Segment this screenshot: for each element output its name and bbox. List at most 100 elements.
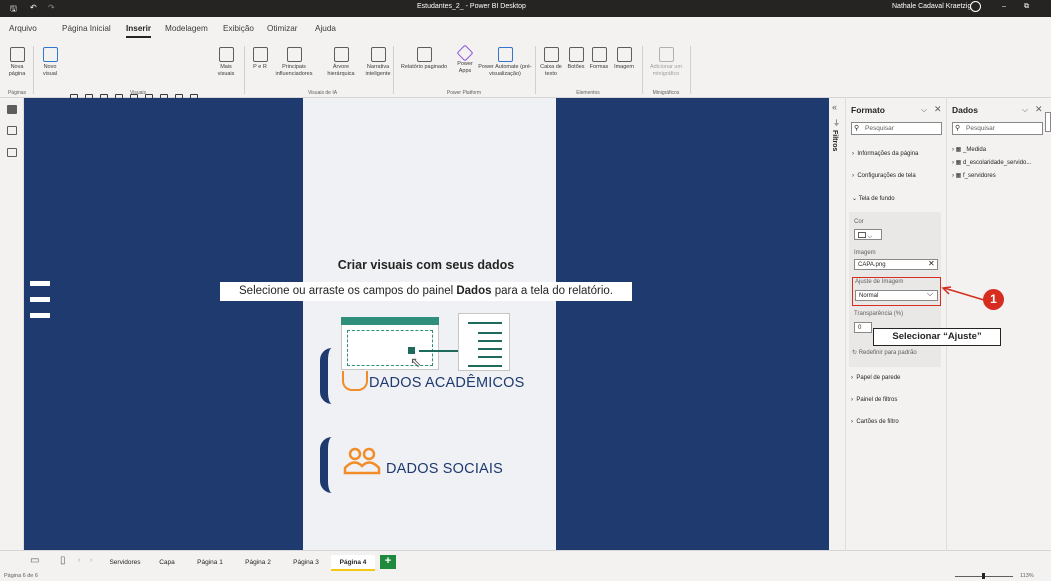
table-item[interactable]: › ▦ _Medida [952, 146, 986, 153]
chevron-down-icon[interactable]: ⌵ [1022, 105, 1028, 115]
close-icon[interactable]: ✕ [1035, 104, 1043, 115]
paginated-report-icon [416, 47, 432, 62]
illustration-line [478, 348, 502, 350]
format-search-input[interactable]: Pesquisar [851, 122, 942, 135]
table-item[interactable]: › ▦ d_escolaridade_servido... [952, 159, 1031, 166]
ribbon-divider [535, 46, 536, 94]
clear-image-icon[interactable]: ✕ [928, 259, 935, 268]
zoom-thumb[interactable] [982, 573, 985, 579]
user-avatar-icon[interactable] [970, 1, 981, 12]
menu-inserir[interactable]: Inserir [126, 24, 152, 38]
prev-page-icon[interactable]: ‹ [78, 557, 80, 564]
menu-pagina-inicial[interactable]: Página Inicial [62, 24, 111, 33]
qa-icon [252, 47, 268, 62]
card-sociais-label: DADOS SOCIAIS [386, 461, 504, 477]
pane-edge-handle[interactable] [1045, 112, 1051, 132]
add-page-button[interactable]: + [380, 555, 396, 569]
undo-icon[interactable]: ↶ [30, 3, 37, 12]
table-item[interactable]: › ▦ f_servidores [952, 172, 996, 179]
illustration-line [419, 350, 459, 352]
transparencia-label: Transparência (%) [854, 311, 904, 317]
collapse-icon[interactable]: « [832, 102, 837, 112]
formas-button[interactable]: Formas [588, 47, 610, 71]
section-configuracoes-tela[interactable]: › Configurações de tela [852, 173, 916, 179]
annotation-number-badge: 1 [983, 289, 1004, 310]
narrativa-inteligente-button[interactable]: Narrativa inteligente [362, 47, 394, 77]
status-bar: Página 6 de 6 113% [0, 572, 1051, 581]
tab-capa[interactable]: Capa [152, 555, 182, 571]
data-search-input[interactable]: Pesquisar [952, 122, 1043, 135]
mais-visuais-button[interactable]: Mais visuais [212, 47, 240, 77]
menu-exibicao[interactable]: Exibição [223, 24, 254, 33]
tab-pagina-2[interactable]: Página 2 [238, 555, 278, 571]
illustration-line [468, 322, 502, 324]
menu-modelagem[interactable]: Modelagem [165, 24, 208, 33]
text-box-icon [543, 47, 559, 62]
menu-bar: Arquivo Página Inicial Inserir Modelagem… [0, 17, 1051, 43]
decomposition-tree-icon [333, 47, 349, 62]
highlight-box [852, 277, 941, 306]
power-bi-window: 🖫 ↶ ↷ Estudantes_2_ - Power BI Desktop N… [0, 0, 1051, 581]
imagem-button[interactable]: Imagem [612, 47, 636, 71]
buttons-icon [568, 47, 584, 62]
filter-icon[interactable]: ⏚ [833, 118, 840, 128]
principais-influenciadores-button[interactable]: Principais influenciadores [270, 47, 318, 77]
minimize-button[interactable]: – [1002, 3, 1006, 10]
redo-icon[interactable]: ↷ [48, 3, 55, 12]
tab-servidores[interactable]: Servidores [102, 555, 148, 571]
table-view-icon[interactable] [7, 126, 17, 135]
cursor-icon: ⇖ [410, 354, 422, 370]
background-right-panel [556, 98, 829, 550]
p-e-r-button[interactable]: P e R [250, 47, 270, 71]
tab-pagina-4[interactable]: Página 4 [331, 555, 375, 571]
next-page-icon[interactable]: › [90, 557, 92, 564]
menu-arquivo[interactable]: Arquivo [9, 24, 37, 33]
shapes-icon [591, 47, 607, 62]
arvore-hierarquica-button[interactable]: Árvore hierárquica [320, 47, 362, 77]
more-visuals-icon [218, 47, 234, 62]
model-view-icon[interactable] [7, 148, 17, 157]
power-automate-button[interactable]: Power Automate (pré-visualização) [478, 47, 532, 77]
novo-visual-button[interactable]: Novo visual [38, 47, 62, 77]
close-icon[interactable]: ✕ [934, 104, 942, 115]
annotation-callout: Selecionar “Ajuste” [873, 328, 1001, 346]
menu-ajuda[interactable]: Ajuda [315, 24, 336, 33]
menu-decoration-icon [30, 281, 50, 286]
menu-otimizar[interactable]: Otimizar [267, 24, 297, 33]
restore-button[interactable]: ⧉ [1024, 3, 1029, 11]
group-power-platform-label: Power Platform [446, 90, 482, 96]
people-icon [342, 446, 382, 476]
section-informacoes-pagina[interactable]: › Informações da página [852, 151, 918, 157]
nova-pagina-button[interactable]: Nova página [4, 47, 30, 77]
reset-button[interactable]: ↻ Redefinir para padrão [852, 349, 917, 356]
section-papel-parede[interactable]: › Papel de parede [851, 375, 900, 381]
mobile-layout-icon[interactable]: ▯ [60, 555, 66, 566]
illustration-line [478, 356, 502, 358]
bar-chart-icon [42, 47, 58, 62]
menu-decoration-icon [30, 313, 50, 318]
report-view-icon[interactable] [7, 105, 17, 114]
tab-pagina-3[interactable]: Página 3 [286, 555, 326, 571]
relatorio-paginado-button[interactable]: Relatório paginado [396, 47, 452, 71]
color-swatch-icon [858, 232, 866, 238]
transparencia-input[interactable]: 0 [854, 322, 872, 333]
annotation-arrow [941, 286, 985, 301]
tab-pagina-1[interactable]: Página 1 [190, 555, 230, 571]
filters-label[interactable]: Filtros [831, 130, 838, 151]
chevron-down-icon[interactable]: ⌵ [921, 105, 927, 115]
desktop-layout-icon[interactable]: ▭ [30, 555, 39, 566]
botoes-button[interactable]: Botões [566, 47, 586, 71]
color-picker[interactable]: ⌵ [854, 229, 882, 240]
caixa-de-texto-button[interactable]: Caixa de texto [538, 47, 564, 77]
imagem-field[interactable]: CAPA.png [854, 259, 938, 270]
ribbon-divider [393, 46, 394, 94]
section-cartoes-filtro[interactable]: › Cartões de filtro [851, 419, 899, 425]
section-tela-de-fundo[interactable]: ⌄ Tela de fundo [852, 195, 895, 202]
group-ia-label: Visuais de IA [307, 90, 338, 96]
adicionar-minigrafico-button[interactable]: Adicionar um minigráfico [646, 47, 686, 77]
illustration-line [478, 340, 502, 342]
section-painel-filtros[interactable]: › Painel de filtros [851, 397, 897, 403]
save-icon[interactable]: 🖫 [10, 3, 17, 17]
power-apps-button[interactable]: Power Apps [452, 44, 478, 74]
group-paginas-label: Páginas [7, 90, 27, 96]
